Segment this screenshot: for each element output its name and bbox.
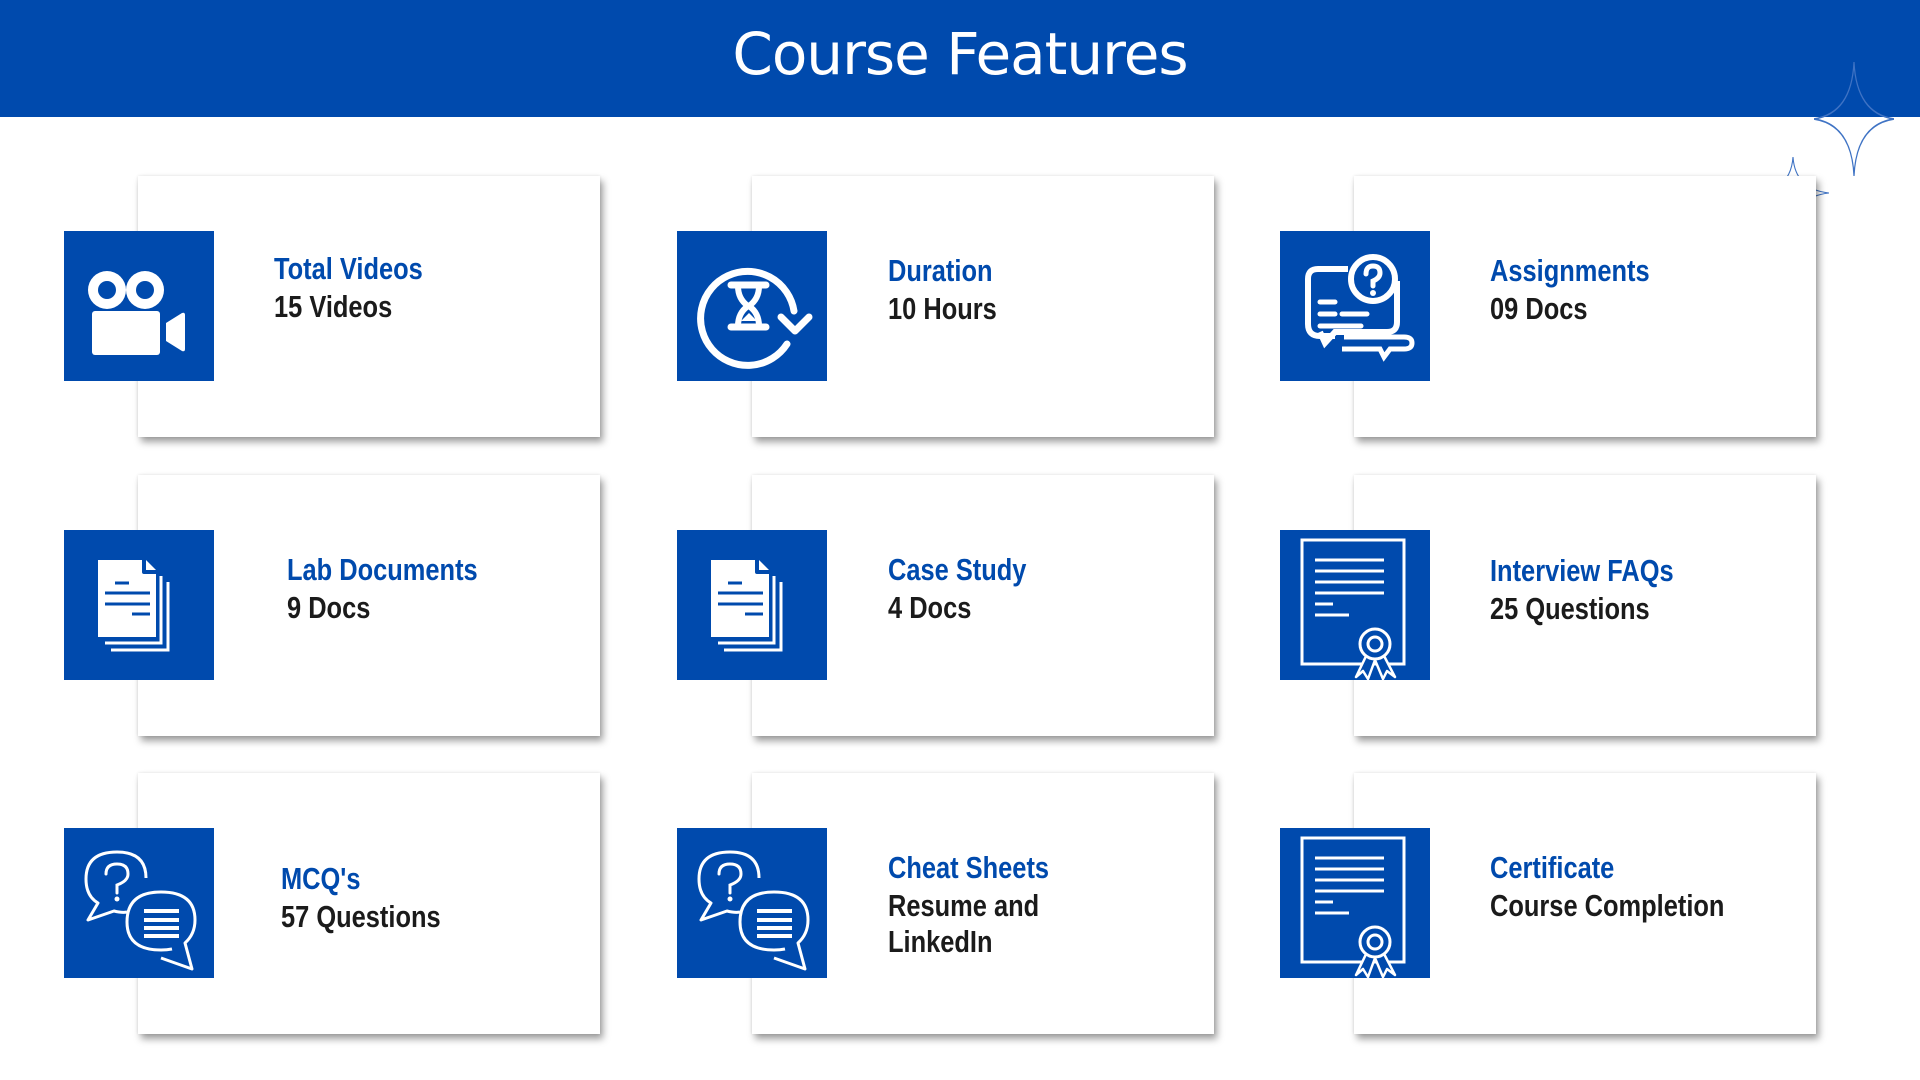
feature-value: 15 Videos: [274, 289, 393, 324]
feature-text: Case Study 4 Docs: [888, 550, 1057, 626]
feature-icon-box: [64, 828, 214, 978]
video-camera-icon: [64, 231, 214, 381]
feature-text: Duration 10 Hours: [888, 251, 1021, 327]
documents-icon: [677, 530, 827, 680]
feature-value: 4 Docs: [888, 590, 972, 625]
header-banner: Course Features: [0, 0, 1920, 117]
feature-text: MCQ's 57 Questions: [281, 859, 476, 935]
feature-value: 57 Questions: [281, 899, 441, 934]
feature-icon-box: [1280, 828, 1430, 978]
feature-text: Interview FAQs 25 Questions: [1490, 551, 1714, 627]
feature-label: Duration: [888, 253, 993, 288]
feature-label: Cheat Sheets: [888, 850, 1050, 885]
feature-text: Assignments 09 Docs: [1490, 251, 1685, 327]
feature-value: Course Completion: [1490, 888, 1725, 923]
speech-bubbles-icon: [64, 828, 214, 978]
feature-icon-box: [64, 530, 214, 680]
feature-value: 09 Docs: [1490, 291, 1588, 326]
feature-text: Cheat Sheets Resume and LinkedIn: [888, 848, 1084, 960]
feature-icon-box: [64, 231, 214, 381]
feature-value: 9 Docs: [287, 590, 371, 625]
feature-icon-box: [677, 231, 827, 381]
feature-text: Total Videos 15 Videos: [274, 249, 455, 325]
feature-label: Certificate: [1490, 850, 1615, 885]
feature-icon-box: [677, 828, 827, 978]
feature-text: Certificate Course Completion: [1490, 848, 1776, 924]
documents-icon: [64, 530, 214, 680]
certificate-icon: [1280, 828, 1430, 978]
feature-label: Interview FAQs: [1490, 553, 1674, 588]
feature-label: Lab Documents: [287, 552, 478, 587]
question-chat-icon: [1280, 231, 1430, 381]
page-title: Course Features: [732, 20, 1188, 88]
feature-icon-box: [1280, 530, 1430, 680]
feature-value-line: LinkedIn: [888, 924, 993, 959]
feature-label: Case Study: [888, 552, 1027, 587]
feature-icon-box: [1280, 231, 1430, 381]
feature-value-line: Resume and: [888, 888, 1040, 923]
feature-text: Lab Documents 9 Docs: [287, 550, 520, 626]
feature-label: Total Videos: [274, 251, 423, 286]
certificate-icon: [1280, 530, 1430, 680]
speech-bubbles-icon: [677, 828, 827, 978]
feature-label: MCQ's: [281, 861, 361, 896]
feature-value: 25 Questions: [1490, 591, 1650, 626]
hourglass-refresh-icon: [677, 231, 827, 381]
feature-value: 10 Hours: [888, 291, 997, 326]
feature-icon-box: [677, 530, 827, 680]
feature-label: Assignments: [1490, 253, 1650, 288]
